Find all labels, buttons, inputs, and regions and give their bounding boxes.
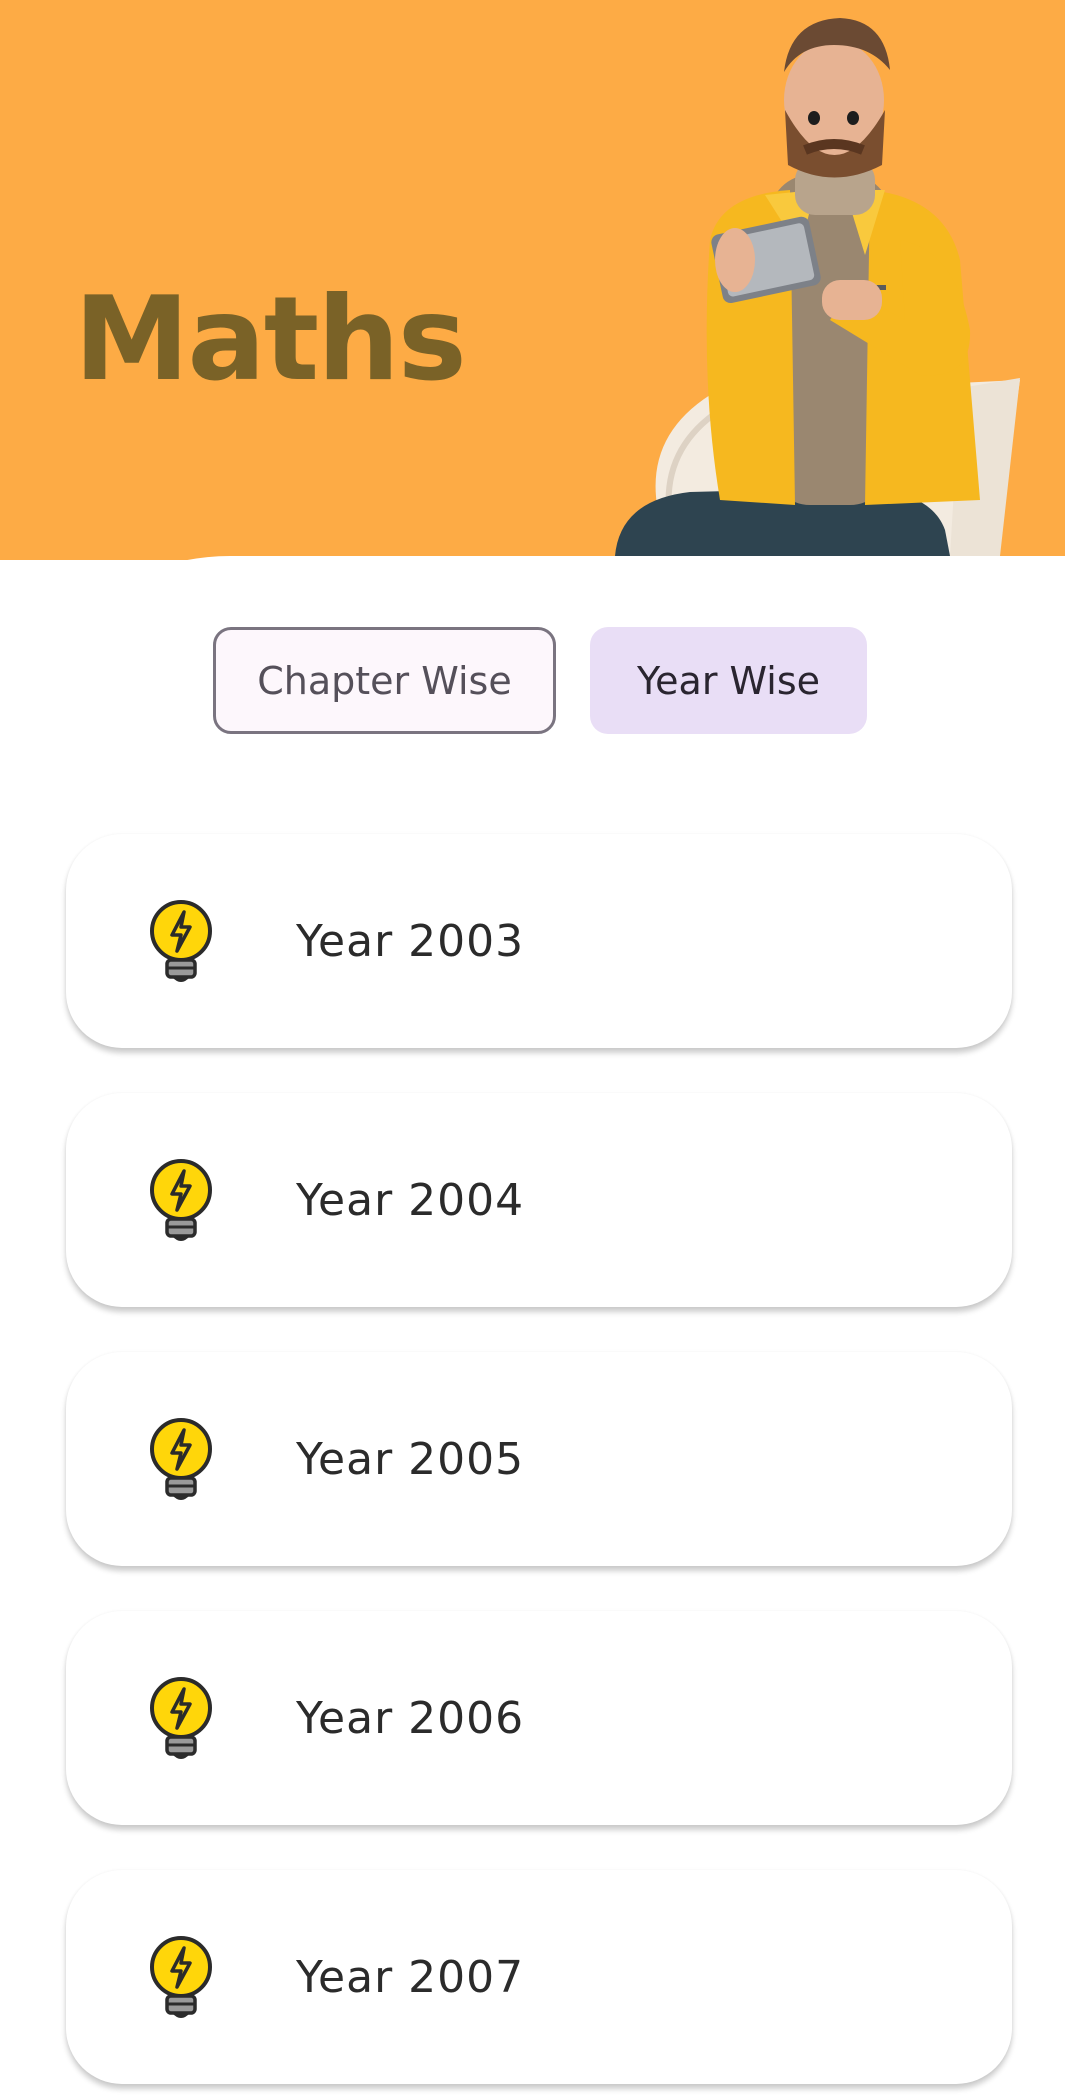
tab-chapter-wise-label: Chapter Wise (257, 658, 512, 703)
year-label: Year 2006 (296, 1692, 525, 1744)
page-title: Maths (74, 272, 467, 407)
lightbulb-icon (150, 1418, 212, 1500)
list-item[interactable]: Year 2005 (66, 1352, 1012, 1566)
list-item[interactable]: Year 2007 (66, 1870, 1012, 2084)
list-item[interactable]: Year 2006 (66, 1611, 1012, 1825)
tab-chapter-wise[interactable]: Chapter Wise (213, 627, 556, 734)
list-item[interactable]: Year 2003 (66, 834, 1012, 1048)
lightbulb-icon (150, 1159, 212, 1241)
lightbulb-icon (150, 1677, 212, 1759)
lightbulb-icon (150, 1936, 212, 2018)
person-with-tablet-illustration (600, 0, 1040, 556)
year-label: Year 2007 (296, 1951, 525, 2003)
lightbulb-icon (150, 900, 212, 982)
year-label: Year 2005 (296, 1433, 525, 1485)
list-item[interactable]: Year 2004 (66, 1093, 1012, 1307)
year-label: Year 2004 (296, 1174, 525, 1226)
content-sheet (0, 556, 1065, 2099)
tab-year-wise-label: Year Wise (636, 658, 820, 703)
header-banner: Maths (0, 0, 1065, 560)
tab-year-wise[interactable]: Year Wise (590, 627, 867, 734)
view-mode-tabs: Chapter Wise Year Wise (0, 627, 1065, 734)
year-label: Year 2003 (296, 915, 525, 967)
